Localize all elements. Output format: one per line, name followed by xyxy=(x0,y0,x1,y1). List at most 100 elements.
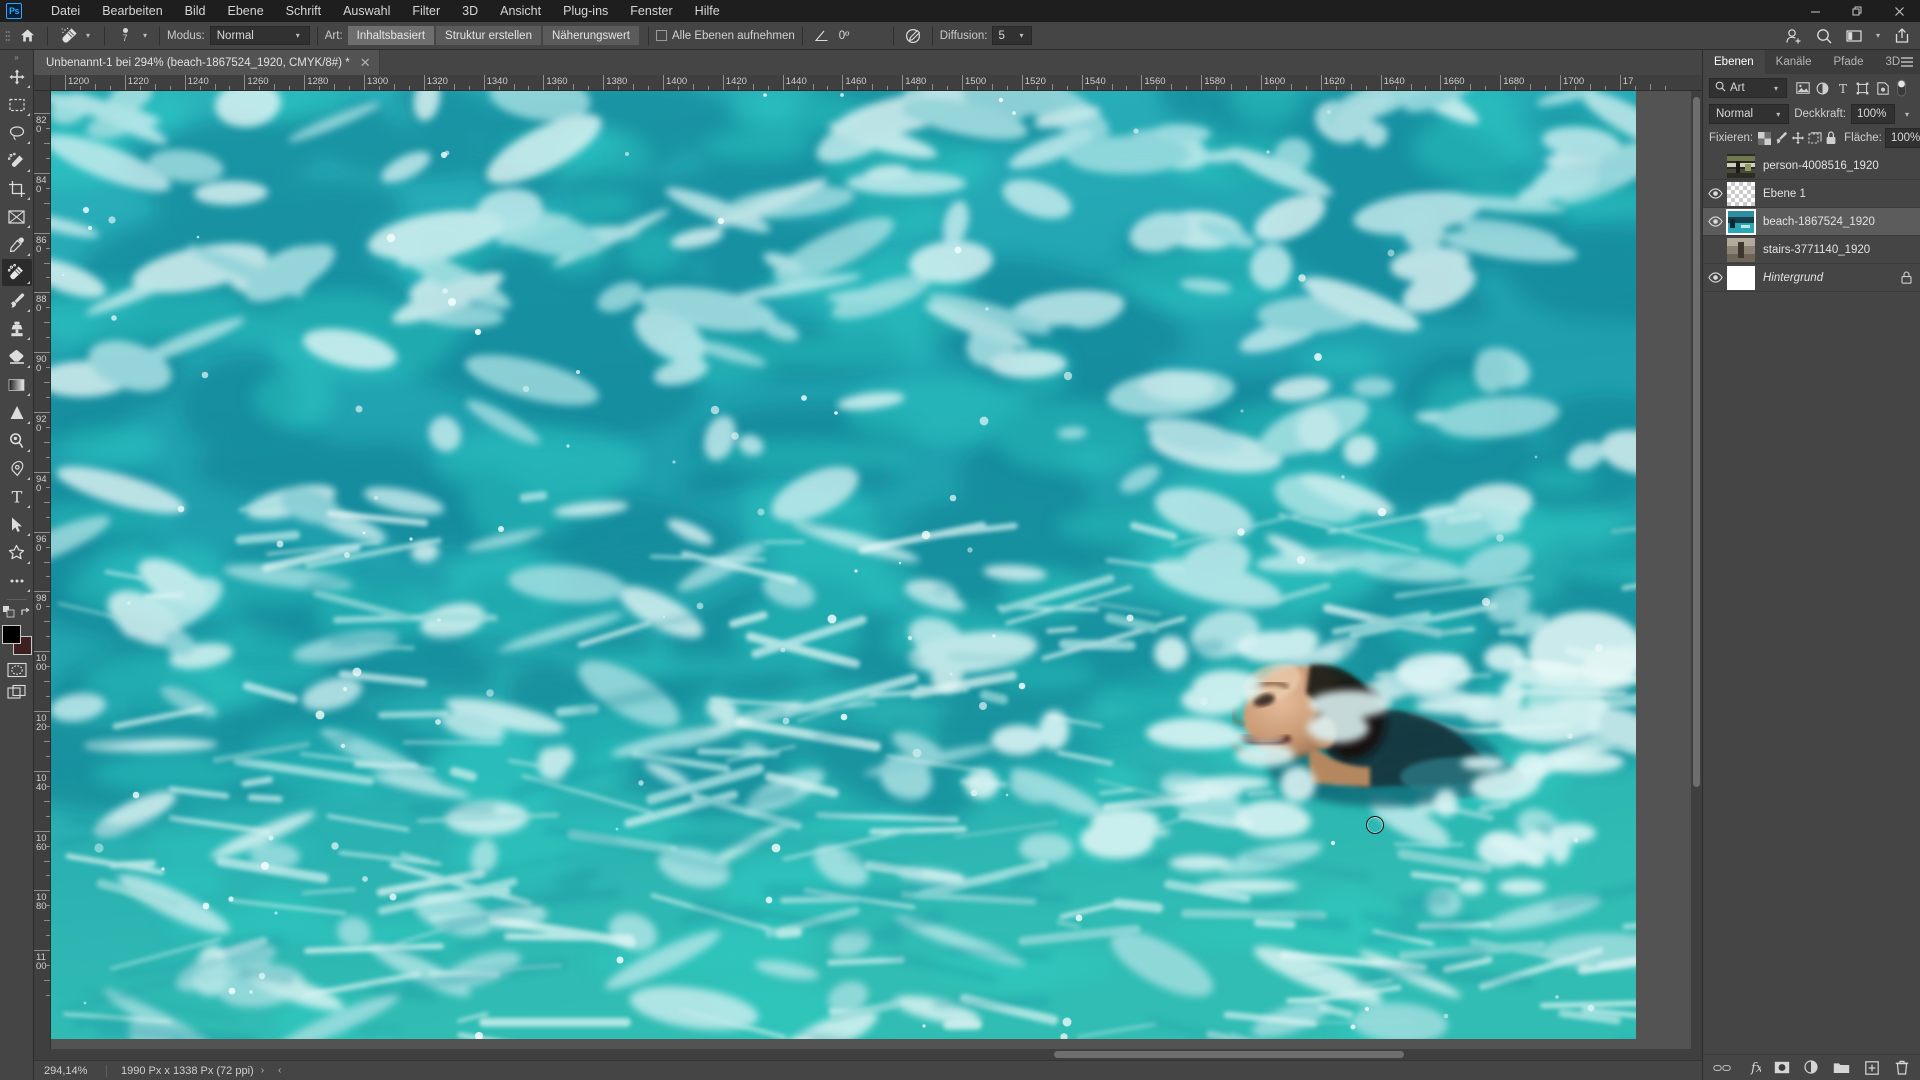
path-selection-tool[interactable] xyxy=(2,511,32,538)
layer-style-fx-icon[interactable]: fx xyxy=(1742,1057,1762,1079)
panel-menu-icon[interactable] xyxy=(1900,50,1914,74)
status-next-icon[interactable]: › xyxy=(254,1065,271,1076)
menu-ansicht[interactable]: Ansicht xyxy=(489,0,552,22)
custom-shape-tool[interactable] xyxy=(2,539,32,566)
tab-pfade[interactable]: Pfade xyxy=(1822,50,1874,74)
filter-shape-icon[interactable] xyxy=(1853,78,1872,98)
add-layer-mask-icon[interactable] xyxy=(1772,1057,1792,1079)
type-proximity-match-button[interactable]: Näherungswert xyxy=(542,26,639,45)
canvas-horizontal-scrollbar[interactable] xyxy=(34,1049,1702,1060)
dodge-tool[interactable] xyxy=(2,427,32,454)
brush-tool[interactable] xyxy=(2,287,32,314)
layer-visibility-icon[interactable] xyxy=(1703,152,1727,180)
rectangular-marquee-tool[interactable] xyxy=(2,91,32,118)
options-bar-grip[interactable] xyxy=(0,22,14,50)
layer-filter-kind-select[interactable]: Art ▾ xyxy=(1709,78,1787,98)
link-layers-icon[interactable] xyxy=(1712,1057,1732,1079)
filter-pixel-icon[interactable] xyxy=(1793,78,1812,98)
brush-picker-chevron-icon[interactable]: ▾ xyxy=(138,31,152,40)
pen-tool[interactable] xyxy=(2,455,32,482)
blur-tool[interactable] xyxy=(2,399,32,426)
horizontal-scroll-thumb[interactable] xyxy=(1054,1051,1404,1058)
type-tool[interactable]: T xyxy=(2,483,32,510)
quick-mask-toggle[interactable] xyxy=(4,659,30,681)
layer-visibility-icon[interactable] xyxy=(1703,264,1727,292)
status-prev-icon[interactable]: ‹ xyxy=(271,1065,288,1076)
brush-angle-input[interactable]: 0º xyxy=(833,26,886,45)
tab-kanaele[interactable]: Kanäle xyxy=(1765,50,1823,74)
layer-visibility-icon[interactable] xyxy=(1703,208,1727,236)
menu-3d[interactable]: 3D xyxy=(451,0,489,22)
zoom-level[interactable]: 294,14% xyxy=(34,1065,106,1077)
swap-colors-icon[interactable] xyxy=(20,606,32,621)
new-adjustment-layer-icon[interactable] xyxy=(1802,1057,1822,1079)
layer-thumbnail[interactable] xyxy=(1727,181,1755,206)
home-button[interactable] xyxy=(14,25,40,47)
document-tab[interactable]: Unbenannt-1 bei 294% (beach-1867524_1920… xyxy=(34,50,380,75)
blend-mode-select[interactable]: Normal ▾ xyxy=(1709,104,1790,124)
filter-enable-toggle[interactable] xyxy=(1896,78,1907,98)
lock-image-pixels-icon[interactable] xyxy=(1774,128,1788,148)
filter-type-icon[interactable]: T xyxy=(1833,78,1852,98)
pressure-for-size-icon[interactable] xyxy=(901,25,925,47)
search-icon[interactable] xyxy=(1810,25,1838,47)
opacity-chevron-down-icon[interactable]: ▾ xyxy=(1900,110,1914,119)
layer-row[interactable]: stairs-3771140_1920 xyxy=(1703,236,1920,264)
layer-visibility-icon[interactable] xyxy=(1703,180,1727,208)
crop-tool[interactable] xyxy=(2,175,32,202)
menu-fenster[interactable]: Fenster xyxy=(619,0,683,22)
layer-row[interactable]: Hintergrund xyxy=(1703,264,1920,292)
color-swatches[interactable] xyxy=(1,625,32,655)
opacity-input[interactable]: 100% xyxy=(1850,104,1895,124)
menu-bearbeiten[interactable]: Bearbeiten xyxy=(91,0,173,22)
add-user-icon[interactable] xyxy=(1780,25,1808,47)
clone-stamp-tool[interactable] xyxy=(2,315,32,342)
type-content-aware-button[interactable]: Inhaltsbasiert xyxy=(347,26,435,45)
menu-plugins[interactable]: Plug-ins xyxy=(552,0,619,22)
ruler-corner[interactable] xyxy=(34,75,51,91)
new-layer-icon[interactable] xyxy=(1862,1057,1882,1079)
layer-thumbnail[interactable] xyxy=(1726,208,1756,235)
share-icon[interactable] xyxy=(1888,25,1916,47)
screen-mode-toggle[interactable] xyxy=(4,681,30,703)
gradient-tool[interactable] xyxy=(2,371,32,398)
minimize-button[interactable] xyxy=(1794,0,1836,22)
new-group-icon[interactable] xyxy=(1832,1057,1852,1079)
layer-row[interactable]: person-4008516_1920 xyxy=(1703,152,1920,180)
spot-healing-brush-tool[interactable] xyxy=(1,259,32,286)
tab-ebenen[interactable]: Ebenen xyxy=(1703,50,1765,74)
canvas-vertical-scrollbar[interactable] xyxy=(1691,91,1702,1049)
type-create-texture-button[interactable]: Struktur erstellen xyxy=(436,26,541,45)
tool-preset-chevron-icon[interactable]: ▾ xyxy=(81,31,95,40)
lasso-tool[interactable] xyxy=(2,119,32,146)
filter-smart-object-icon[interactable] xyxy=(1873,78,1892,98)
lock-all-icon[interactable] xyxy=(1825,128,1837,148)
diffusion-input[interactable]: 5 ▾ xyxy=(992,26,1033,45)
layer-thumbnail[interactable] xyxy=(1727,265,1755,290)
menu-ebene[interactable]: Ebene xyxy=(217,0,275,22)
menu-hilfe[interactable]: Hilfe xyxy=(684,0,731,22)
workspace-chevron-down-icon[interactable]: ▾ xyxy=(1870,25,1886,47)
sample-all-layers-checkbox[interactable]: Alle Ebenen aufnehmen xyxy=(655,30,795,42)
canvas-viewport[interactable] xyxy=(51,91,1702,1049)
vertical-ruler[interactable]: 820 840 860 880 900 920 940 960 980 1000 1020 1040 1… xyxy=(34,91,51,1049)
workspace-layout-icon[interactable] xyxy=(1840,25,1868,47)
document-canvas-image[interactable] xyxy=(51,91,1636,1039)
foreground-color-swatch[interactable] xyxy=(1,625,21,644)
horizontal-ruler[interactable]: 1200 1220 1240 1260 1280 1300 1320 1340 1360 1380… xyxy=(51,75,1702,91)
menu-datei[interactable]: Datei xyxy=(40,0,91,22)
lock-transparent-pixels-icon[interactable] xyxy=(1758,128,1772,148)
menu-filter[interactable]: Filter xyxy=(401,0,451,22)
toolbar-grip[interactable]: » xyxy=(0,52,33,63)
layer-visibility-icon[interactable] xyxy=(1703,236,1727,264)
more-tools-button[interactable] xyxy=(2,567,32,594)
frame-tool[interactable] xyxy=(2,203,32,230)
eraser-tool[interactable] xyxy=(2,343,32,370)
tool-preset-picker[interactable]: ▾ xyxy=(55,25,97,47)
fill-input[interactable]: 100% xyxy=(1884,128,1920,148)
lock-artboard-nesting-icon[interactable] xyxy=(1808,128,1822,148)
menu-auswahl[interactable]: Auswahl xyxy=(332,0,401,22)
layer-thumbnail[interactable] xyxy=(1727,237,1755,262)
layer-row[interactable]: beach-1867524_1920 xyxy=(1703,208,1920,236)
object-selection-tool[interactable] xyxy=(2,147,32,174)
